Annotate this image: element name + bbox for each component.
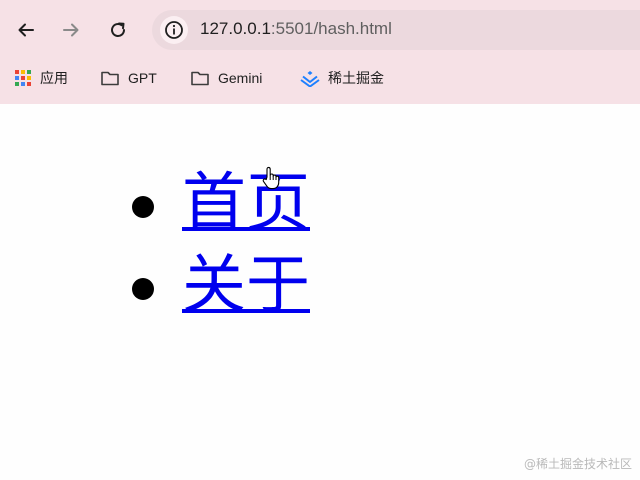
- bookmark-gpt[interactable]: GPT: [100, 66, 157, 90]
- bookmark-label: Gemini: [218, 70, 263, 86]
- page-content: 首页 关于: [0, 104, 640, 480]
- bookmark-label: GPT: [128, 70, 157, 86]
- info-icon: [165, 21, 183, 39]
- arrow-left-icon: [18, 23, 34, 37]
- url-host: 127.0.0.1: [200, 19, 271, 38]
- back-button[interactable]: [10, 14, 42, 46]
- folder-icon: [100, 69, 120, 87]
- bookmark-juejin[interactable]: 稀土掘金: [300, 66, 384, 90]
- home-link[interactable]: 首页: [182, 168, 310, 240]
- browser-chrome: 127.0.0.1:5501/hash.html 应用 GPT Gemini 稀…: [0, 0, 640, 104]
- arrow-right-icon: [63, 23, 79, 37]
- about-link[interactable]: 关于: [182, 250, 310, 322]
- url-text: 127.0.0.1:5501/hash.html: [200, 19, 392, 39]
- bookmarks-bar: 应用 GPT Gemini 稀土掘金: [0, 62, 640, 94]
- watermark: @稀土掘金技术社区: [523, 457, 632, 471]
- site-info-button[interactable]: [160, 16, 188, 44]
- address-bar[interactable]: 127.0.0.1:5501/hash.html: [152, 10, 640, 50]
- bullet-marker: [132, 196, 154, 218]
- reload-button[interactable]: [102, 14, 134, 46]
- bookmark-gemini[interactable]: Gemini: [190, 66, 262, 90]
- reload-icon: [111, 22, 125, 37]
- juejin-logo-icon: [300, 69, 320, 87]
- bookmark-label: 应用: [40, 70, 68, 86]
- hand-pointer-cursor-icon: [262, 166, 280, 194]
- forward-button[interactable]: [55, 14, 87, 46]
- apps-grid-icon: [14, 69, 32, 87]
- bullet-marker: [132, 278, 154, 300]
- url-path: :5501/hash.html: [270, 19, 392, 38]
- bookmark-label: 稀土掘金: [328, 70, 384, 86]
- folder-icon: [190, 69, 210, 87]
- browser-toolbar: 127.0.0.1:5501/hash.html: [0, 6, 640, 54]
- bookmark-apps[interactable]: 应用: [14, 66, 68, 90]
